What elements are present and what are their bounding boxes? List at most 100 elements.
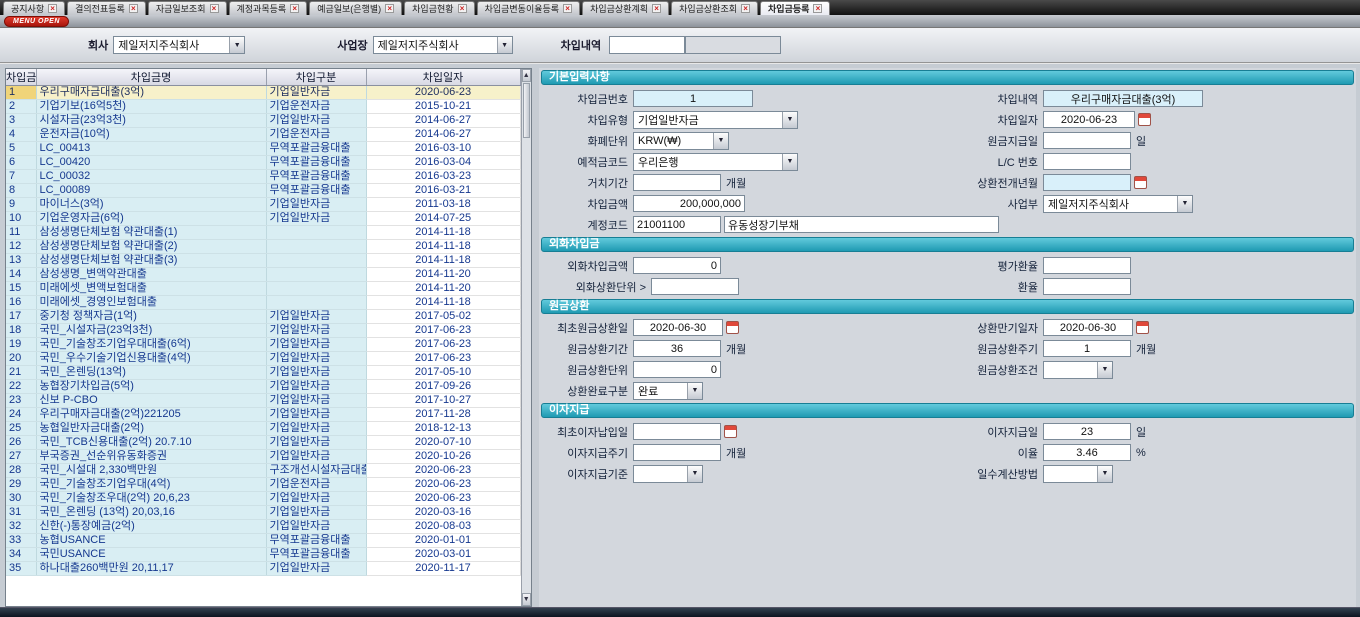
table-row[interactable]: 18국민_시설자금(23억3천)기업일반자금2017-06-23 bbox=[6, 324, 520, 338]
cell[interactable]: 2020-10-26 bbox=[366, 450, 520, 464]
tab-close-icon[interactable]: × bbox=[458, 4, 467, 13]
chevron-down-icon[interactable]: ▼ bbox=[713, 133, 728, 149]
chevron-down-icon[interactable]: ▼ bbox=[1177, 196, 1192, 212]
cell[interactable] bbox=[266, 296, 366, 310]
calendar-icon[interactable] bbox=[1136, 321, 1149, 334]
col-header-code[interactable]: 차입금코드 bbox=[6, 69, 36, 86]
tab-계정과목등록[interactable]: 계정과목등록× bbox=[229, 1, 308, 15]
principal-pay-day-field[interactable] bbox=[1043, 132, 1131, 149]
cell[interactable]: 2017-09-26 bbox=[366, 380, 520, 394]
cell[interactable]: 7 bbox=[6, 170, 36, 184]
exch-rate-field[interactable] bbox=[1043, 278, 1131, 295]
cell[interactable]: 기업일반자금 bbox=[266, 436, 366, 450]
cell[interactable]: 국민_우수기술기업신용대출(4억) bbox=[36, 352, 266, 366]
calendar-icon[interactable] bbox=[724, 425, 737, 438]
table-row[interactable]: 19국민_기술창조기업우대대출(6억)기업일반자금2017-06-23 bbox=[6, 338, 520, 352]
principal-cycle-field[interactable] bbox=[1043, 340, 1131, 357]
cell[interactable]: 2017-06-23 bbox=[366, 324, 520, 338]
table-row[interactable]: 22농협장기차입금(5억)기업일반자금2017-09-26 bbox=[6, 380, 520, 394]
cell[interactable]: 9 bbox=[6, 198, 36, 212]
cell[interactable]: 기업일반자금 bbox=[266, 366, 366, 380]
table-row[interactable]: 15미래에셋_변액보험대출2014-11-20 bbox=[6, 282, 520, 296]
cell[interactable]: 1 bbox=[6, 86, 36, 100]
cell[interactable]: 17 bbox=[6, 310, 36, 324]
cell[interactable]: 삼성생명단체보험 약관대출(2) bbox=[36, 240, 266, 254]
cell[interactable]: 8 bbox=[6, 184, 36, 198]
chevron-down-icon[interactable]: ▼ bbox=[782, 112, 797, 128]
table-row[interactable]: 26국민_TCB신용대출(2억) 20.7.10기업일반자금2020-07-10 bbox=[6, 436, 520, 450]
cell[interactable]: 삼성생명단체보험 약관대출(3) bbox=[36, 254, 266, 268]
cell[interactable]: 10 bbox=[6, 212, 36, 226]
cell[interactable]: 미래에셋_경영인보험대출 bbox=[36, 296, 266, 310]
cell[interactable]: 기업일반자금 bbox=[266, 394, 366, 408]
cell[interactable]: 기업일반자금 bbox=[266, 492, 366, 506]
cell[interactable]: 27 bbox=[6, 450, 36, 464]
calendar-icon[interactable] bbox=[1138, 113, 1151, 126]
cell[interactable]: 농협장기차입금(5억) bbox=[36, 380, 266, 394]
cell[interactable]: 시설자금(23억3천) bbox=[36, 114, 266, 128]
loan-date-field[interactable] bbox=[1043, 111, 1135, 128]
cell[interactable]: 기업일반자금 bbox=[266, 338, 366, 352]
table-row[interactable]: 14삼성생명_변액약관대출2014-11-20 bbox=[6, 268, 520, 282]
loan-desc-input-2[interactable] bbox=[685, 36, 781, 54]
cell[interactable]: 33 bbox=[6, 534, 36, 548]
cell[interactable] bbox=[266, 268, 366, 282]
cell[interactable]: 2014-11-20 bbox=[366, 268, 520, 282]
cell[interactable]: 2011-03-18 bbox=[366, 198, 520, 212]
tab-차입금현황[interactable]: 차입금현황× bbox=[404, 1, 474, 15]
scroll-down-icon[interactable]: ▼ bbox=[522, 593, 532, 606]
principal-condition-select[interactable]: ▼ bbox=[1043, 361, 1113, 379]
scrollbar-thumb[interactable] bbox=[523, 83, 531, 138]
scroll-up-icon[interactable]: ▲ bbox=[522, 69, 532, 82]
cell[interactable]: LC_00413 bbox=[36, 142, 266, 156]
tab-차입금상환조회[interactable]: 차입금상환조회× bbox=[671, 1, 758, 15]
table-row[interactable]: 1우리구매자금대출(3억)기업일반자금2020-06-23 bbox=[6, 86, 520, 100]
tab-close-icon[interactable]: × bbox=[210, 4, 219, 13]
cell[interactable]: 농협일반자금대출(2억) bbox=[36, 422, 266, 436]
cell[interactable]: 국민_온렌딩(13억) bbox=[36, 366, 266, 380]
cell[interactable]: 35 bbox=[6, 562, 36, 576]
cell[interactable]: 11 bbox=[6, 226, 36, 240]
cell[interactable]: 4 bbox=[6, 128, 36, 142]
chevron-down-icon[interactable]: ▼ bbox=[782, 154, 797, 170]
tab-close-icon[interactable]: × bbox=[813, 4, 822, 13]
cell[interactable]: 기업운영자금(6억) bbox=[36, 212, 266, 226]
rollover-ym-field[interactable] bbox=[1043, 174, 1131, 191]
table-row[interactable]: 10기업운영자금(6억)기업일반자금2014-07-25 bbox=[6, 212, 520, 226]
tab-close-icon[interactable]: × bbox=[129, 4, 138, 13]
cell[interactable]: 국민_TCB신용대출(2억) 20.7.10 bbox=[36, 436, 266, 450]
cell[interactable]: 기업운전자금 bbox=[266, 478, 366, 492]
cell[interactable]: 19 bbox=[6, 338, 36, 352]
principal-period-field[interactable] bbox=[633, 340, 721, 357]
cell[interactable]: 28 bbox=[6, 464, 36, 478]
tab-close-icon[interactable]: × bbox=[563, 4, 572, 13]
cell[interactable]: 5 bbox=[6, 142, 36, 156]
cell[interactable]: 2020-08-03 bbox=[366, 520, 520, 534]
tab-결의전표등록[interactable]: 결의전표등록× bbox=[67, 1, 146, 15]
cell[interactable] bbox=[266, 254, 366, 268]
cell[interactable]: 기업일반자금 bbox=[266, 506, 366, 520]
cell[interactable]: 2020-06-23 bbox=[366, 464, 520, 478]
table-row[interactable]: 17중기청 정책자금(1억)기업일반자금2017-05-02 bbox=[6, 310, 520, 324]
cell[interactable]: 신보 P-CBO bbox=[36, 394, 266, 408]
cell[interactable]: 29 bbox=[6, 478, 36, 492]
cell[interactable]: 운전자금(10억) bbox=[36, 128, 266, 142]
cell[interactable]: 국민USANCE bbox=[36, 548, 266, 562]
currency-select[interactable]: KRW(₩) ▼ bbox=[633, 132, 729, 150]
cell[interactable]: 기업일반자금 bbox=[266, 114, 366, 128]
cell[interactable]: 2016-03-10 bbox=[366, 142, 520, 156]
loan-desc-input[interactable] bbox=[609, 36, 685, 54]
tab-close-icon[interactable]: × bbox=[385, 4, 394, 13]
cell[interactable]: 농협USANCE bbox=[36, 534, 266, 548]
tab-close-icon[interactable]: × bbox=[741, 4, 750, 13]
maturity-date-field[interactable] bbox=[1043, 319, 1133, 336]
cell[interactable]: 2017-06-23 bbox=[366, 338, 520, 352]
cell[interactable]: 2020-03-16 bbox=[366, 506, 520, 520]
cell[interactable]: 2017-05-10 bbox=[366, 366, 520, 380]
cell[interactable]: LC_00420 bbox=[36, 156, 266, 170]
cell[interactable]: 기업일반자금 bbox=[266, 450, 366, 464]
table-row[interactable]: 33농협USANCE무역포괄금융대출2020-01-01 bbox=[6, 534, 520, 548]
table-row[interactable]: 21국민_온렌딩(13억)기업일반자금2017-05-10 bbox=[6, 366, 520, 380]
cell[interactable]: 12 bbox=[6, 240, 36, 254]
cell[interactable]: 24 bbox=[6, 408, 36, 422]
